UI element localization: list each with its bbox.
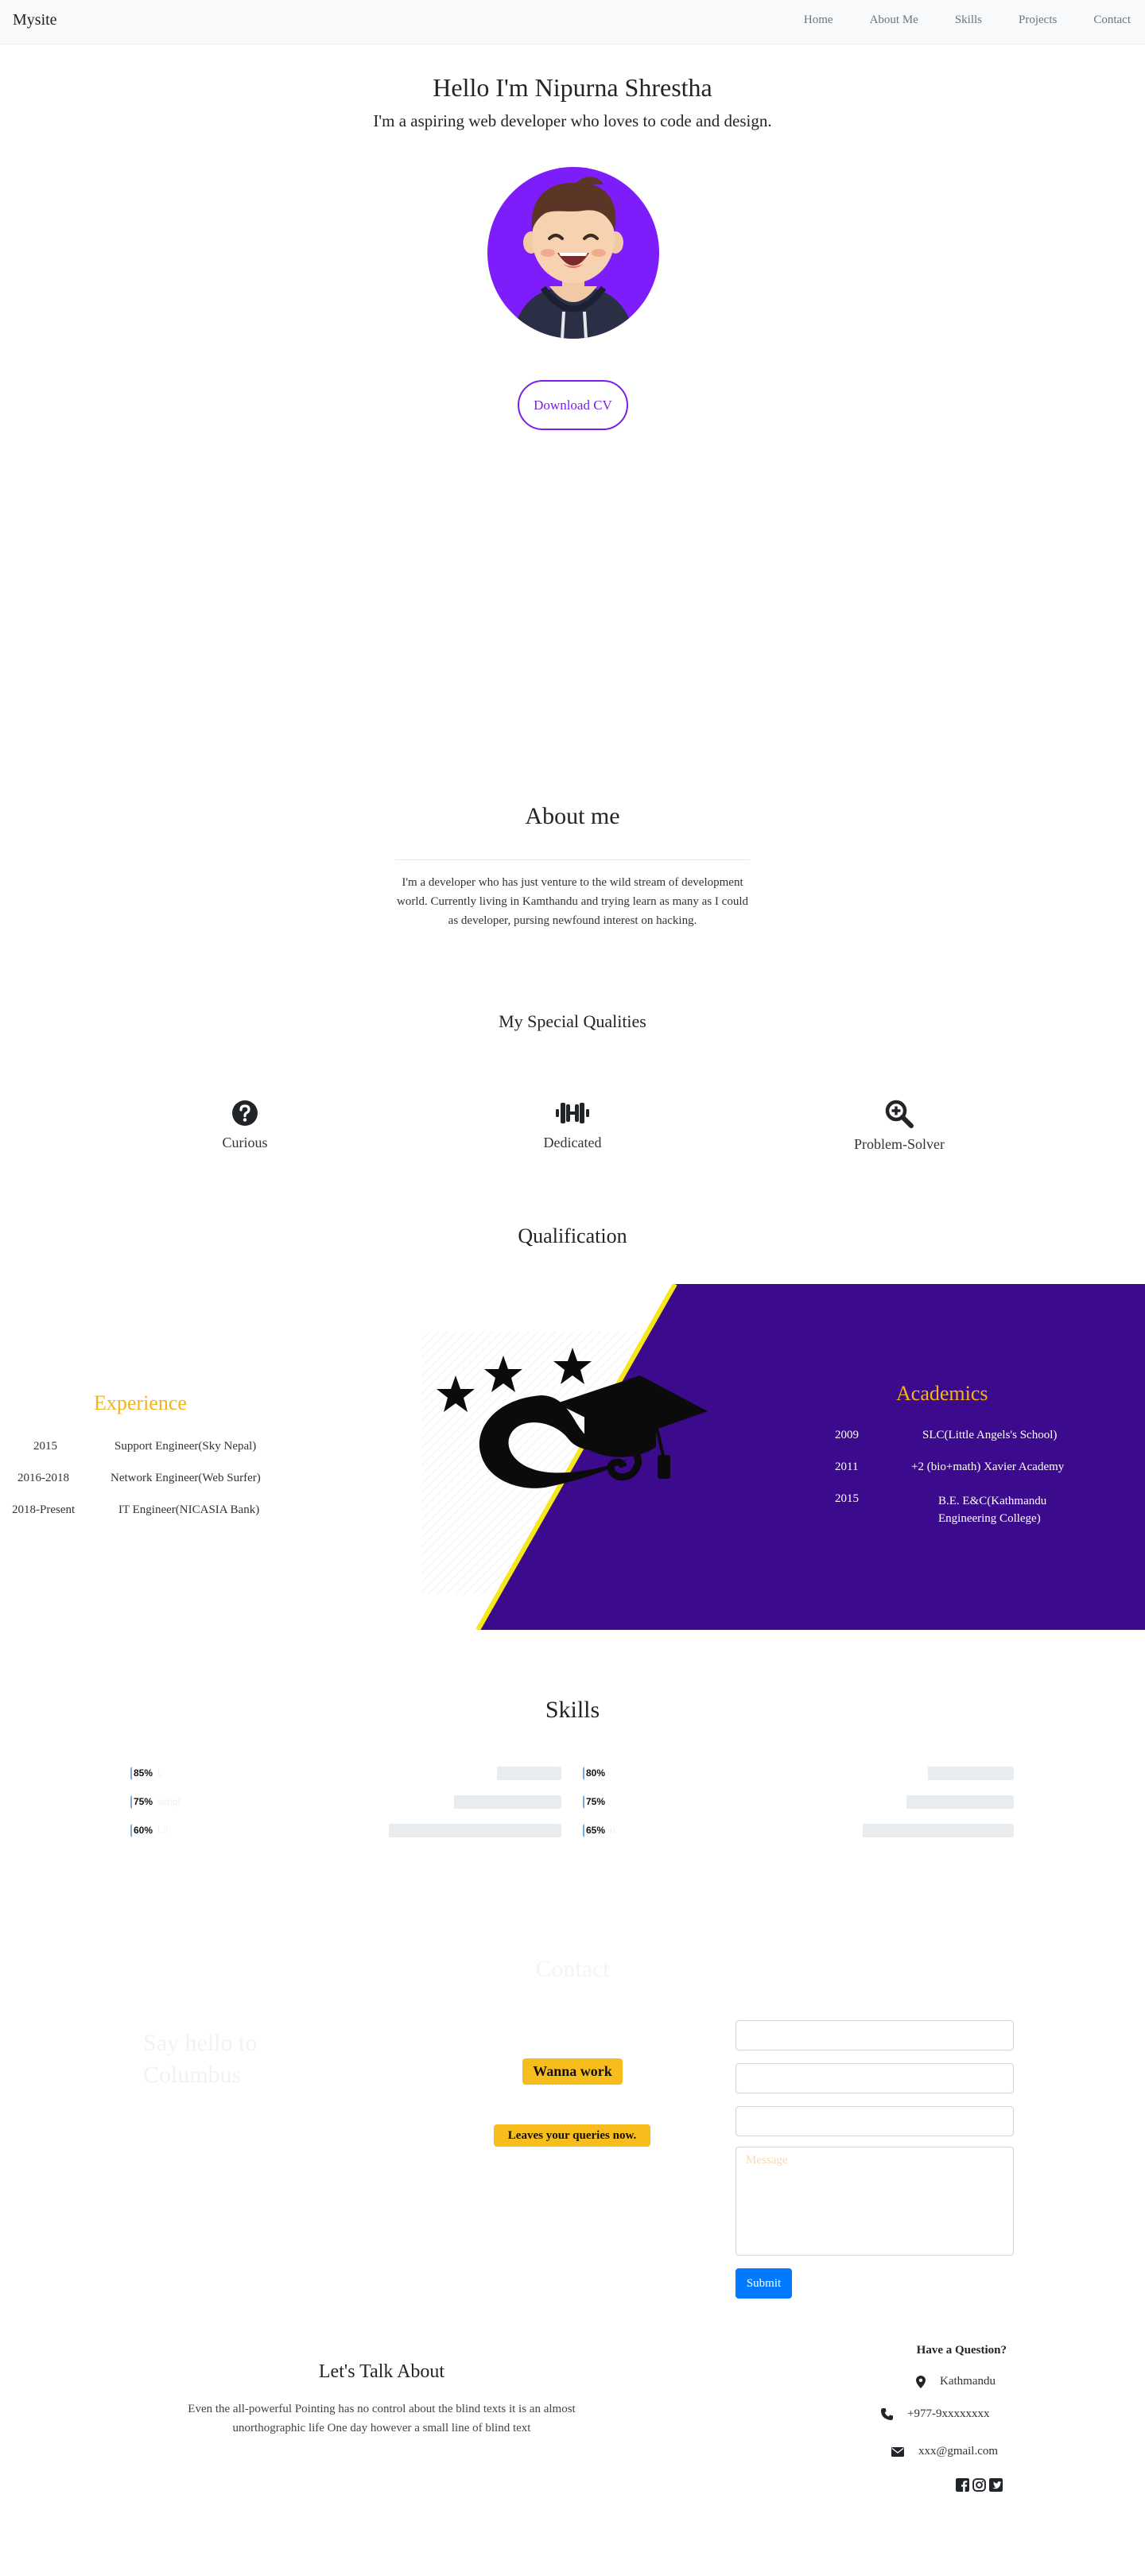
message-field[interactable]: [736, 2147, 1014, 2256]
dumbbell-icon: [556, 1103, 589, 1123]
contact-title: Contact: [535, 1956, 610, 1982]
talk-text: Even the all-powerful Pointing has no co…: [188, 2403, 576, 2434]
skill-bar: 75% script: [130, 1795, 561, 1809]
skill-bar-fill: [130, 1767, 497, 1780]
skill-bar-fill: [583, 1795, 906, 1809]
nav-about[interactable]: About Me: [870, 14, 918, 27]
envelope-icon: [891, 2446, 904, 2457]
instagram-icon[interactable]: [972, 2478, 986, 2492]
experience-role: Support Engineer(Sky Nepal): [114, 1440, 257, 1453]
twitter-icon[interactable]: [989, 2478, 1003, 2492]
skill-bar: 60% L/I: [130, 1824, 561, 1837]
academics-school: B.E. E&C(Kathmandu Engineering College): [938, 1495, 1047, 1525]
social-links: [956, 2478, 1003, 2492]
phone-icon: [881, 2408, 893, 2420]
skill-percent: 80%: [586, 1767, 606, 1779]
skill-percent: 65%: [586, 1825, 606, 1836]
search-plus-icon: [885, 1100, 914, 1128]
experience-year: 2015: [33, 1440, 57, 1453]
skill-percent: 85%: [134, 1767, 153, 1779]
about-text: I'm a developer who has just venture to …: [397, 876, 748, 927]
email-field[interactable]: [736, 2063, 1014, 2093]
skill-bar: 80%: [583, 1767, 1014, 1780]
quality-label: Problem-Solver: [854, 1136, 945, 1152]
hero-subtitle: I'm a aspiring web developer who loves t…: [373, 111, 772, 130]
name-field[interactable]: [736, 2020, 1014, 2050]
about-title: About me: [525, 803, 620, 829]
avatar-illustration: [511, 177, 635, 339]
submit-button[interactable]: Submit: [736, 2268, 792, 2299]
queries-badge: Leaves your queries now.: [494, 2124, 650, 2147]
wanna-work-badge: Wanna work: [522, 2058, 623, 2085]
contact-email: xxx@gmail.com: [891, 2445, 998, 2458]
academics-school: +2 (bio+math) Xavier Academy: [911, 1461, 1065, 1473]
quality-problem-solver: Problem-Solver: [796, 1100, 1003, 1153]
contact-faint-heading: Say hello to Columbus: [143, 2030, 258, 2088]
skill-bar-fill: [583, 1824, 864, 1837]
nav-skills[interactable]: Skills: [955, 14, 982, 27]
quality-label: Curious: [222, 1135, 268, 1150]
quality-dedicated: Dedicated: [469, 1100, 676, 1151]
skill-name: n: [610, 1825, 615, 1836]
quality-curious: Curious: [142, 1100, 348, 1151]
academics-year: 2011: [835, 1461, 859, 1473]
experience-title: Experience: [94, 1391, 187, 1414]
hero-title: Hello I'm Nipurna Shrestha: [433, 73, 712, 102]
experience-year: 2016-2018: [17, 1472, 69, 1484]
email-text[interactable]: xxx@gmail.com: [918, 2445, 998, 2458]
about-divider: [395, 859, 750, 860]
academics-school: SLC(Little Angels's School): [922, 1429, 1058, 1441]
nav-links: Home About Me Skills Projects Contact: [767, 14, 1131, 27]
location-text: Kathmandu: [940, 2375, 996, 2388]
skill-name: L/I: [157, 1825, 169, 1836]
academics-year: 2009: [835, 1429, 859, 1441]
question-circle-icon: [232, 1100, 258, 1126]
phone-text[interactable]: +977-9xxxxxxxx: [907, 2407, 989, 2421]
skill-percent: 75%: [134, 1796, 153, 1807]
qualification-band: [0, 1284, 1145, 1630]
navbar: Mysite Home About Me Skills Projects Con…: [0, 0, 1145, 45]
skill-bar-fill: [583, 1767, 928, 1780]
avatar: [487, 167, 659, 339]
qualification-background: [0, 1284, 1145, 1630]
academics-year: 2015: [835, 1492, 859, 1505]
nav-contact[interactable]: Contact: [1093, 14, 1131, 27]
skill-percent: 75%: [586, 1796, 606, 1807]
contact-phone: +977-9xxxxxxxx: [881, 2407, 989, 2421]
nav-projects[interactable]: Projects: [1019, 14, 1057, 27]
academics-title: Academics: [896, 1382, 988, 1405]
skill-name: script: [157, 1796, 180, 1807]
nav-home[interactable]: Home: [804, 14, 833, 27]
skill-bar-fill: [130, 1824, 390, 1837]
subject-field[interactable]: [736, 2106, 1014, 2136]
question-title: Have a Question?: [916, 2344, 1007, 2357]
contact-location: Kathmandu: [916, 2375, 996, 2388]
download-cv-button[interactable]: Download CV: [518, 380, 628, 430]
skill-bar: 75%: [583, 1795, 1014, 1809]
map-marker-icon: [916, 2375, 926, 2388]
experience-role: Network Engineer(Web Surfer): [111, 1472, 261, 1484]
skill-percent: 60%: [134, 1825, 153, 1836]
qualification-title: Qualification: [518, 1224, 627, 1247]
skill-name: L: [157, 1767, 163, 1779]
skill-bar: 65% n: [583, 1824, 1014, 1837]
skill-bar: 85% L: [130, 1767, 561, 1780]
skills-title: Skills: [545, 1697, 600, 1723]
brand-logo[interactable]: Mysite: [13, 11, 57, 29]
facebook-icon[interactable]: [956, 2478, 969, 2492]
talk-title: Let's Talk About: [318, 2361, 445, 2382]
quality-label: Dedicated: [543, 1135, 602, 1150]
qualities-title: My Special Qualities: [499, 1011, 646, 1031]
experience-role: IT Engineer(NICASIA Bank): [118, 1503, 260, 1516]
experience-year: 2018-Present: [12, 1503, 76, 1516]
